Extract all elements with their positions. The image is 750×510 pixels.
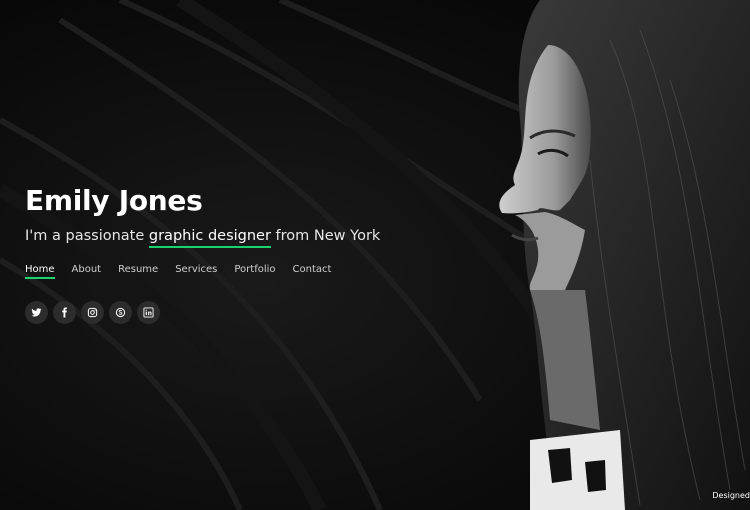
skype-link[interactable] xyxy=(109,301,132,324)
nav-item-home[interactable]: Home xyxy=(25,264,55,279)
hero-name: Emily Jones xyxy=(25,184,203,217)
main-nav: Home About Resume Services Portfolio Con… xyxy=(25,264,485,279)
nav-item-about[interactable]: About xyxy=(72,264,102,279)
tagline-suffix: from New York xyxy=(270,228,381,244)
tagline-typed-text: graphic designer xyxy=(148,227,271,248)
linkedin-link[interactable] xyxy=(137,301,160,324)
hero-content: Emily Jones I'm a passionate graphic des… xyxy=(25,183,485,324)
facebook-link[interactable] xyxy=(53,301,76,324)
linkedin-icon xyxy=(143,307,154,318)
twitter-link[interactable] xyxy=(25,301,48,324)
nav-item-contact[interactable]: Contact xyxy=(293,264,332,279)
instagram-link[interactable] xyxy=(81,301,104,324)
facebook-icon xyxy=(62,307,67,318)
tagline-prefix: I'm a passionate xyxy=(25,228,149,244)
social-links xyxy=(25,301,485,324)
hero-tagline: I'm a passionate graphic designer from N… xyxy=(25,225,485,248)
hero-section: Emily Jones I'm a passionate graphic des… xyxy=(0,0,750,510)
footer-credit: Designed xyxy=(712,491,750,500)
instagram-icon xyxy=(87,307,98,318)
nav-item-portfolio[interactable]: Portfolio xyxy=(234,264,275,279)
nav-item-services[interactable]: Services xyxy=(175,264,217,279)
nav-item-resume[interactable]: Resume xyxy=(118,264,158,279)
skype-icon xyxy=(115,307,126,318)
twitter-icon xyxy=(31,308,42,317)
